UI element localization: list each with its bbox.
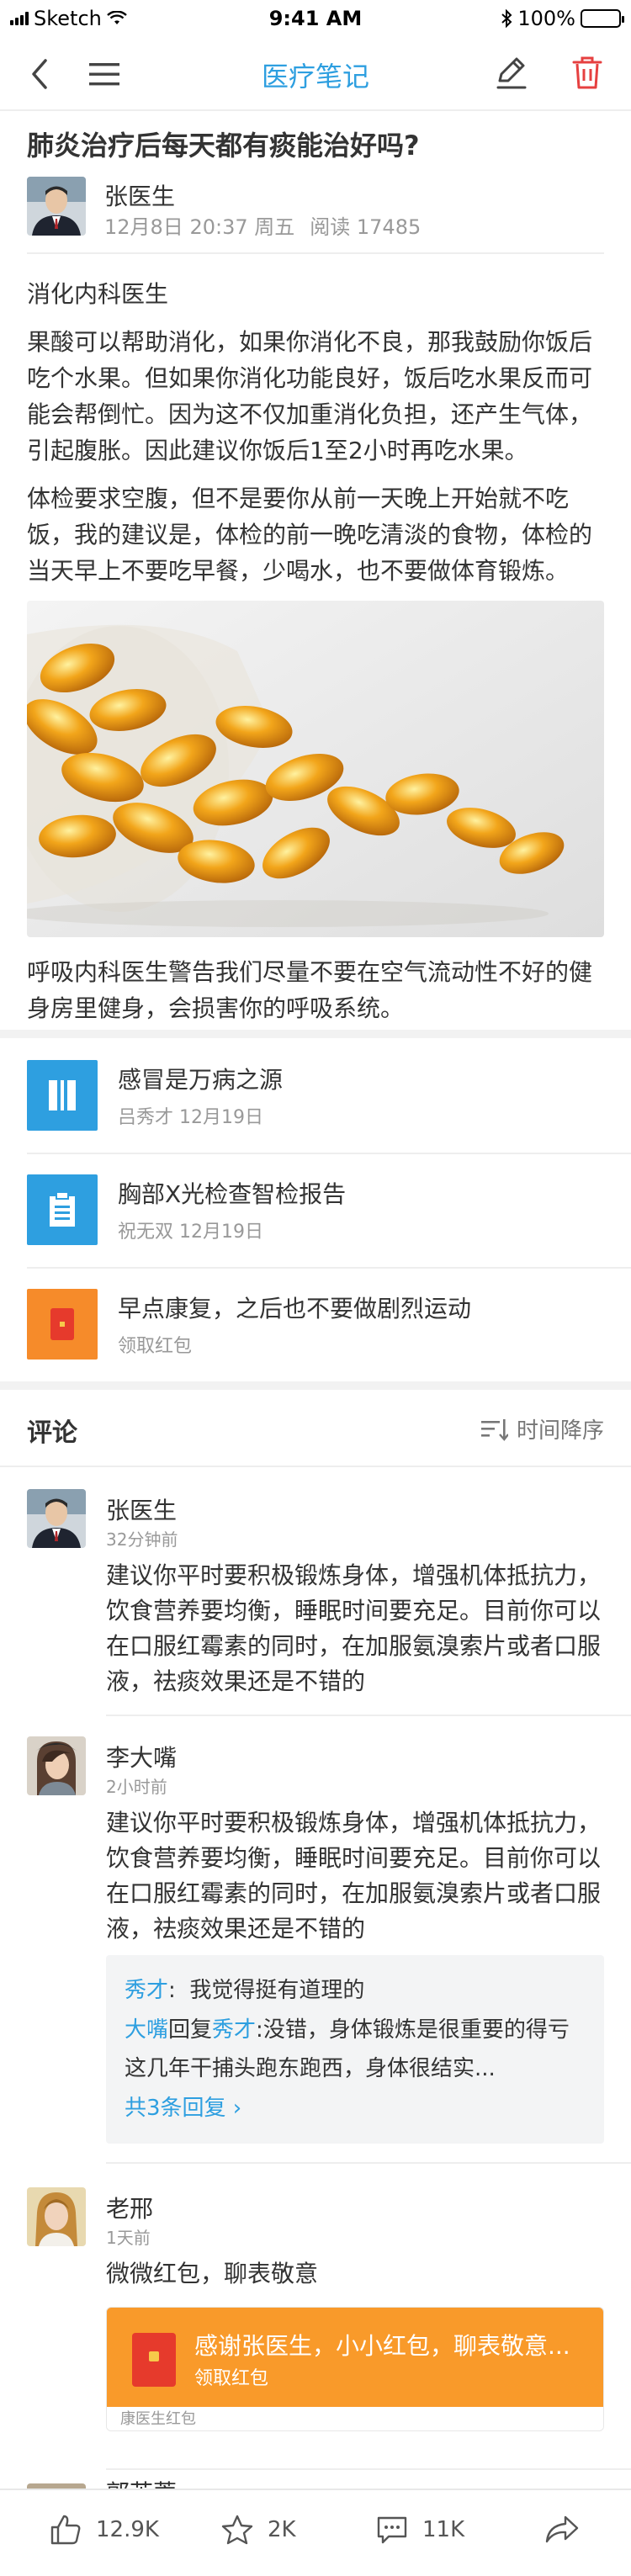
article-title: 肺炎治疗后每天都有痰能治好吗? [27,130,420,162]
attachment-list: 感冒是万病之源 吕秀才 12月19日 胸部X光检查智检报告 祝无双 12月19日… [0,1038,631,1381]
attachment-title: 胸部X光检查智检报告 [118,1180,347,1208]
page-title: 医疗笔记 [261,61,369,93]
avatar[interactable] [27,1736,86,1795]
attachment-subtitle: 领取红包 [118,1336,193,1357]
divider [106,1715,631,1716]
woman-avatar-icon [27,2187,86,2246]
comment-time: 2小时前 [106,1777,167,1797]
comment-text: 建议你平时要积极锻炼身体，增强机体抵抗力，饮食营养要均衡，睡眠时间要充足。目前你… [106,1809,602,1943]
section-separator [0,1030,631,1038]
commenter-name[interactable]: 张医生 [106,1492,177,1526]
doctor-avatar-icon [27,1489,86,1548]
navigation-bar: 医疗笔记 [0,37,631,111]
comment-time: 1天前 [106,2228,151,2248]
share-button[interactable] [544,2514,581,2546]
red-packet-card[interactable]: 感谢张医生，小小红包，聊表敬意... 领取红包 康医生红包 [106,2307,604,2431]
attachment-item[interactable]: 胸部X光检查智检报告 祝无双 12月19日 [0,1153,631,1267]
article-date: 12月8日 20:37 周五 [104,215,295,239]
comment-text: 微微红包，聊表敬意 [106,2260,319,2287]
comment-text: 建议你平时要积极锻炼身体，增强机体抵抗力，饮食营养要均衡，睡眠时间要充足。目前你… [106,1561,602,1695]
red-packet-body: 感谢张医生，小小红包，聊表敬意... 领取红包 [107,2308,603,2407]
red-packet-action: 领取红包 [194,2368,269,2389]
divider [27,252,604,254]
reply-author[interactable]: 大嘴 [125,2017,168,2043]
attachment-subtitle: 祝无双 12月19日 [118,1222,263,1243]
battery-icon [581,9,624,28]
attachment-item[interactable]: 感冒是万病之源 吕秀才 12月19日 [0,1038,631,1153]
divider [106,2162,631,2164]
comments-header: 评论 时间降序 [0,1390,631,1467]
sort-button[interactable]: 时间降序 [480,1413,604,1444]
article-content: 消化内科医生 果酸可以帮助消化，如果你消化不良，那我鼓励你饭后吃个水果。但如果你… [27,276,604,1026]
favorite-count: 2K [268,2517,296,2542]
book-icon [27,1060,98,1131]
article: 肺炎治疗后每天都有痰能治好吗? 张医生 12月8日 20:37 周五 阅读 17… [27,126,604,1038]
red-packet-icon [132,2333,176,2387]
reply-target[interactable]: 秀才 [212,2017,256,2043]
delete-icon[interactable] [569,54,606,91]
author-row: 张医生 12月8日 20:37 周五 阅读 17485 [27,177,604,240]
edit-icon[interactable] [493,54,530,91]
comment-button[interactable]: 11K [375,2514,464,2546]
reply-text: 我觉得挺有道理的 [189,1978,365,2003]
paragraph: 呼吸内科医生警告我们尽量不要在空气流动性不好的健身房里健身，会损害你的呼吸系统。 [27,958,593,1022]
clipboard-icon [27,1174,98,1245]
reply-verb: 回复 [168,2017,213,2043]
bluetooth-icon [501,9,512,28]
woman-avatar-icon [27,1736,86,1795]
sort-icon [480,1418,508,1441]
commenter-name[interactable]: 李大嘴 [106,1740,177,1773]
attachment-item[interactable]: 早点康复，之后也不要做剧烈运动 领取红包 [0,1267,631,1381]
reply-item[interactable]: 秀才: 我觉得挺有道理的 [125,1970,586,2011]
red-packet-title: 感谢张医生，小小红包，聊表敬意... [194,2332,570,2360]
like-button[interactable]: 12.9K [49,2514,159,2546]
star-icon [221,2515,253,2545]
paragraph: 果酸可以帮助消化，如果你消化不良，那我鼓励你饭后吃个水果。但如果你消化功能良好，… [27,328,593,464]
sort-label: 时间降序 [516,1418,604,1444]
comment-icon [377,2516,407,2544]
article-photo[interactable] [27,601,604,937]
share-icon [545,2515,579,2543]
commenter-name[interactable]: 老邢 [106,2191,153,2224]
like-count: 12.9K [96,2517,159,2542]
thumbs-up-icon [50,2515,81,2545]
reply-box: 秀才: 我觉得挺有道理的 大嘴回复秀才:没错，身体锻炼是很重要的得亏这几年干捕头… [106,1955,604,2144]
capsules-image [27,601,604,937]
more-replies-link[interactable]: 共3条回复 › [125,2088,586,2128]
battery-percent: 100% [517,7,575,30]
status-bar: Sketch 9:41 AM 100% [0,0,631,37]
favorite-button[interactable]: 2K [220,2514,296,2546]
paragraph: 消化内科医生 [27,280,169,308]
avatar[interactable] [27,1489,86,1548]
author-name[interactable]: 张医生 [104,178,175,212]
bottom-action-bar: 12.9K 2K 11K [0,2489,631,2576]
avatar[interactable] [27,177,86,236]
article-meta: 12月8日 20:37 周五 阅读 17485 [104,210,421,240]
paragraph: 体检要求空腹，但不是要你从前一天晚上开始就不吃饭，我的建议是，体检的前一晚吃清淡… [27,485,593,585]
read-count: 阅读 17485 [310,215,422,239]
section-separator [0,1381,631,1390]
doctor-avatar-icon [27,177,86,236]
comment-count: 11K [422,2517,465,2542]
divider [106,2468,631,2470]
attachment-title: 早点康复，之后也不要做剧烈运动 [118,1295,472,1322]
reply-author[interactable]: 秀才 [125,1978,168,2003]
avatar[interactable] [27,2187,86,2246]
red-packet-footer: 康医生红包 [107,2407,603,2430]
attachment-title: 感冒是万病之源 [118,1066,284,1094]
comment-time: 32分钟前 [106,1529,178,1550]
reply-item[interactable]: 大嘴回复秀才:没错，身体锻炼是很重要的得亏这几年干捕头跑东跑西，身体很结实... [125,2011,586,2088]
red-packet-icon [27,1289,98,1360]
comments-title: 评论 [27,1418,77,1448]
attachment-subtitle: 吕秀才 12月19日 [118,1107,263,1128]
status-right: 100% [501,7,624,30]
